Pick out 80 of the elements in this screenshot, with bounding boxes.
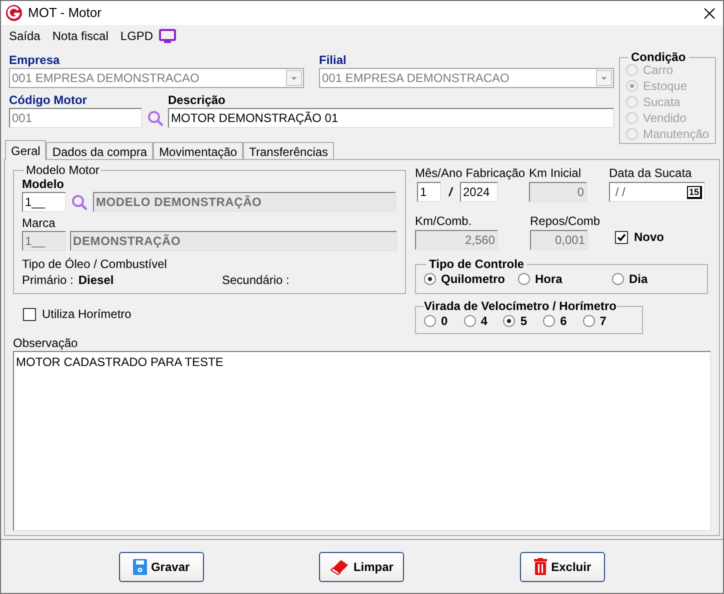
group-title: Tipo de Controle — [428, 258, 526, 270]
group-title: Modelo Motor — [25, 164, 100, 176]
scrap-date-field[interactable]: / / 15 — [609, 182, 705, 202]
radio-button[interactable] — [612, 273, 624, 285]
radio-label: Carro — [643, 63, 674, 77]
code-field[interactable]: 001 — [9, 108, 142, 128]
eraser-icon — [330, 558, 350, 574]
radio-button[interactable] — [518, 273, 530, 285]
window-title: MOT - Motor — [28, 4, 102, 22]
radio-label: Quilometro — [441, 271, 506, 288]
radio-button[interactable] — [503, 315, 516, 327]
group-title: Virada de Velocímetro / Horímetro — [424, 300, 617, 312]
field-label: Km/Comb. — [415, 213, 473, 230]
field-label: Marca — [22, 215, 56, 231]
year-field[interactable]: 2024 — [460, 182, 498, 202]
radio-label: 5 — [520, 313, 528, 330]
radio-label: Vendido — [643, 111, 686, 125]
field-label: Secundário : — [222, 272, 290, 288]
radio-label: 4 — [480, 313, 488, 330]
save-button[interactable]: Gravar — [118, 552, 204, 582]
menu-item[interactable]: Saída — [9, 27, 40, 45]
checkbox[interactable] — [615, 230, 628, 244]
field-label: Descrição — [168, 93, 226, 108]
field-label: Km Inicial — [529, 165, 582, 182]
radio-label: Manutenção — [643, 127, 710, 141]
radio-button[interactable] — [424, 273, 436, 285]
search-icon[interactable] — [146, 110, 164, 127]
model-code-field[interactable]: 1__ — [22, 192, 66, 212]
menu-item[interactable]: LGPD — [120, 27, 154, 45]
close-icon[interactable] — [704, 8, 715, 18]
radio-button[interactable] — [543, 315, 556, 327]
radio-label: 7 — [600, 313, 606, 330]
field-label: Data da Sucata — [609, 165, 693, 182]
trash-icon — [534, 558, 548, 575]
app-logo-icon — [6, 5, 22, 21]
group-title: Condição — [630, 51, 687, 63]
radio-button[interactable] — [464, 315, 476, 327]
radio-label: Sucata — [643, 95, 680, 109]
search-icon[interactable] — [71, 194, 88, 210]
description-field[interactable]: MOTOR DEMONSTRAÇÃO 01 — [168, 108, 614, 128]
model-name-field[interactable]: MODELO DEMONSTRAÇÃO — [93, 192, 396, 212]
checkbox[interactable] — [23, 308, 36, 320]
checkbox-label: Utiliza Horímetro — [42, 306, 132, 323]
field-label: Empresa — [9, 53, 61, 68]
brand-name-field[interactable]: DEMONSTRAÇÃO — [70, 231, 397, 251]
field-label: Mês/Ano Fabricação — [415, 165, 526, 182]
initial-km-field[interactable]: 0 — [529, 182, 587, 202]
tab[interactable]: Movimentação — [153, 142, 244, 160]
radio-label: Estoque — [643, 79, 688, 93]
radio-label: Dia — [629, 271, 648, 288]
monitor-icon[interactable] — [159, 29, 176, 43]
tab[interactable]: Geral — [5, 140, 46, 160]
menu-item[interactable]: Nota fiscal — [52, 27, 108, 45]
field-label: Modelo — [22, 176, 65, 192]
tab[interactable]: Dados da compra — [46, 142, 154, 160]
field-label: Filial — [319, 53, 348, 68]
field-label: Código Motor — [9, 93, 88, 108]
tab[interactable]: Transferências — [243, 142, 334, 160]
month-field[interactable]: 1 — [417, 182, 441, 202]
clear-button[interactable]: Limpar — [319, 552, 404, 582]
field-label: Tipo de Óleo / Combustível — [22, 256, 168, 272]
branch-dropdown[interactable]: 001 EMPRESA DEMONSTRACAO — [319, 68, 614, 88]
notes-field[interactable]: MOTOR CADASTRADO PARA TESTE — [13, 351, 711, 531]
brand-code-field[interactable]: 1__ — [22, 231, 66, 251]
delete-button[interactable]: Excluir — [520, 552, 606, 582]
radio-label: 6 — [560, 313, 567, 330]
radio-label: 0 — [441, 313, 448, 330]
fuel-replacement-field[interactable]: 0,001 — [530, 230, 588, 250]
radio-button[interactable] — [424, 315, 436, 327]
calendar-button[interactable]: 15 — [686, 186, 702, 198]
checkbox-label: Novo — [634, 229, 664, 246]
field-label: Observação — [13, 336, 79, 351]
company-dropdown[interactable]: 001 EMPRESA DEMONSTRACAO — [9, 68, 304, 88]
field-label: Repos/Comb — [530, 213, 602, 230]
date-separator: / — [448, 184, 454, 201]
radio-button[interactable] — [582, 315, 595, 327]
radio-label: Hora — [535, 271, 562, 288]
km-per-fuel-field[interactable]: 2,560 — [415, 230, 498, 250]
fuel-value: Diesel — [78, 272, 114, 288]
field-label: Primário : — [22, 272, 74, 288]
